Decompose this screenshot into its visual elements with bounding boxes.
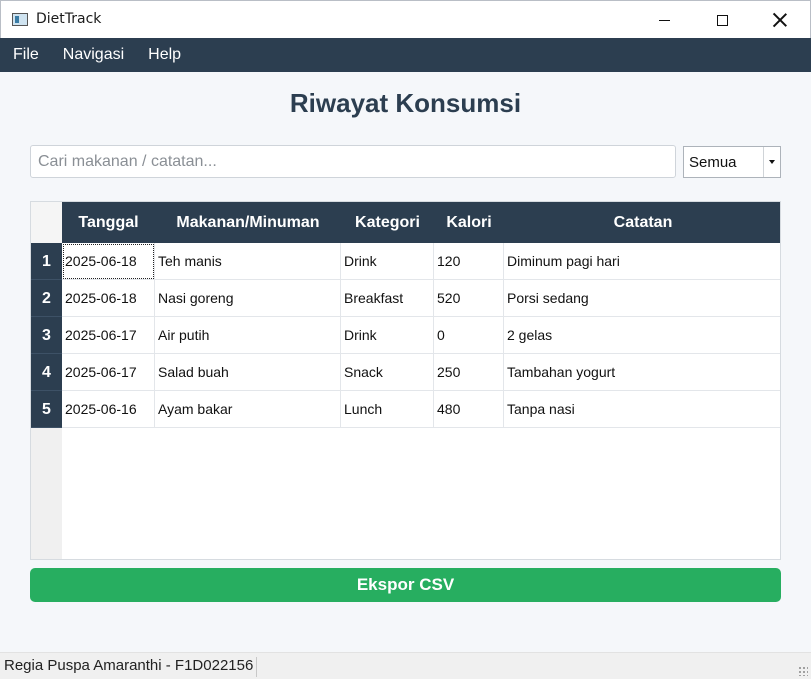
export-csv-button[interactable]: Ekspor CSV: [30, 568, 781, 602]
cell-makanan[interactable]: Air putih: [155, 317, 341, 354]
chevron-down-icon[interactable]: [763, 147, 780, 177]
column-header-makanan[interactable]: Makanan/Minuman: [155, 202, 341, 243]
cell-kalori[interactable]: 520: [434, 280, 504, 317]
cell-kalori[interactable]: 480: [434, 391, 504, 428]
minimize-icon: [658, 19, 670, 21]
cell-kategori[interactable]: Snack: [341, 354, 434, 391]
cell-makanan[interactable]: Ayam bakar: [155, 391, 341, 428]
cell-kalori[interactable]: 0: [434, 317, 504, 354]
table-row[interactable]: 2025-06-18 Teh manis Drink 120 Diminum p…: [62, 243, 780, 280]
category-filter-select[interactable]: Semua: [683, 146, 781, 178]
cell-tanggal[interactable]: 2025-06-17: [62, 354, 155, 391]
cell-catatan[interactable]: Diminum pagi hari: [504, 243, 780, 280]
menu-bar: File Navigasi Help: [0, 38, 811, 72]
maximize-button[interactable]: [693, 1, 751, 39]
table-row[interactable]: 2025-06-16 Ayam bakar Lunch 480 Tanpa na…: [62, 391, 780, 428]
cell-catatan[interactable]: Porsi sedang: [504, 280, 780, 317]
history-table[interactable]: Tanggal Makanan/Minuman Kategori Kalori …: [30, 201, 781, 560]
row-number[interactable]: 3: [31, 317, 62, 354]
cell-tanggal[interactable]: 2025-06-18: [62, 243, 155, 280]
cell-tanggal[interactable]: 2025-06-18: [62, 280, 155, 317]
cell-catatan[interactable]: Tanpa nasi: [504, 391, 780, 428]
resize-grip-icon[interactable]: [798, 666, 808, 676]
close-icon: [773, 13, 787, 27]
maximize-icon: [716, 14, 728, 26]
close-button[interactable]: [751, 1, 809, 39]
table-row[interactable]: 2025-06-18 Nasi goreng Breakfast 520 Por…: [62, 280, 780, 317]
status-text: Regia Puspa Amaranthi - F1D022156: [4, 657, 258, 677]
cell-makanan[interactable]: Nasi goreng: [155, 280, 341, 317]
row-number[interactable]: 1: [31, 243, 62, 280]
table-row[interactable]: 2025-06-17 Salad buah Snack 250 Tambahan…: [62, 354, 780, 391]
table-corner-button[interactable]: [31, 202, 62, 243]
cell-kalori[interactable]: 120: [434, 243, 504, 280]
cell-kalori[interactable]: 250: [434, 354, 504, 391]
cell-kategori[interactable]: Drink: [341, 317, 434, 354]
row-number[interactable]: 4: [31, 354, 62, 391]
cell-makanan[interactable]: Salad buah: [155, 354, 341, 391]
row-number[interactable]: 2: [31, 280, 62, 317]
menu-help[interactable]: Help: [136, 38, 193, 72]
minimize-button[interactable]: [635, 1, 693, 39]
table-row[interactable]: 2025-06-17 Air putih Drink 0 2 gelas: [62, 317, 780, 354]
title-bar: DietTrack: [0, 0, 811, 38]
table-header-row: Tanggal Makanan/Minuman Kategori Kalori …: [62, 202, 780, 243]
column-header-catatan[interactable]: Catatan: [504, 202, 780, 243]
column-header-kalori[interactable]: Kalori: [434, 202, 504, 243]
column-header-tanggal[interactable]: Tanggal: [62, 202, 155, 243]
cell-tanggal[interactable]: 2025-06-16: [62, 391, 155, 428]
page-title: Riwayat Konsumsi: [289, 88, 522, 118]
cell-tanggal[interactable]: 2025-06-17: [62, 317, 155, 354]
category-filter-value: Semua: [689, 153, 737, 171]
cell-makanan[interactable]: Teh manis: [155, 243, 341, 280]
column-header-kategori[interactable]: Kategori: [341, 202, 434, 243]
cell-kategori[interactable]: Drink: [341, 243, 434, 280]
menu-navigasi[interactable]: Navigasi: [51, 38, 136, 72]
cell-catatan[interactable]: Tambahan yogurt: [504, 354, 780, 391]
status-bar: Regia Puspa Amaranthi - F1D022156: [0, 652, 811, 679]
row-number[interactable]: 5: [31, 391, 62, 428]
window-title: DietTrack: [36, 11, 102, 27]
search-input[interactable]: [30, 145, 676, 178]
cell-kategori[interactable]: Lunch: [341, 391, 434, 428]
cell-catatan[interactable]: 2 gelas: [504, 317, 780, 354]
app-window-icon: [12, 13, 28, 26]
cell-kategori[interactable]: Breakfast: [341, 280, 434, 317]
menu-file[interactable]: File: [1, 38, 51, 72]
